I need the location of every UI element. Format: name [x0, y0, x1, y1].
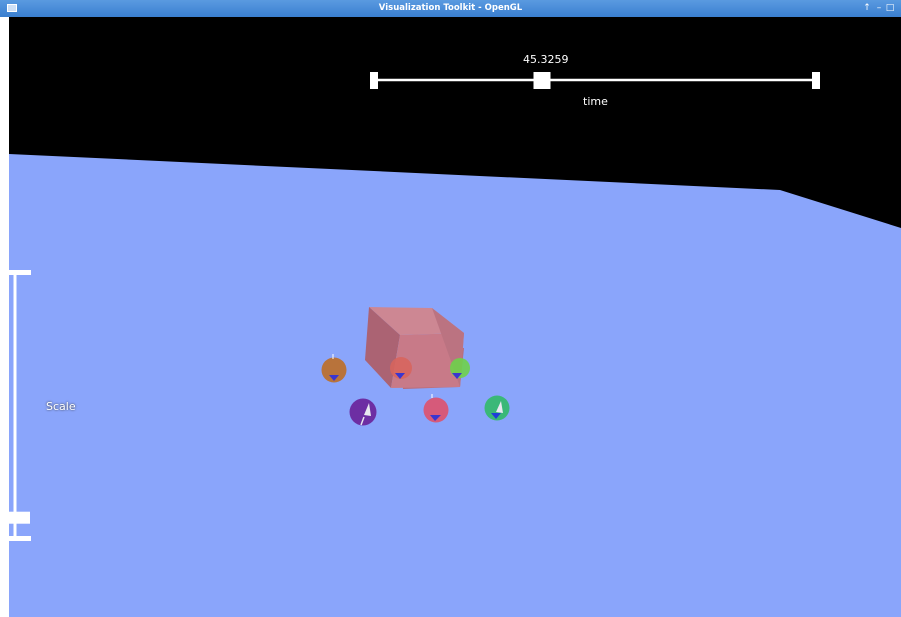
- restore-button[interactable]: □: [885, 2, 895, 14]
- sphere-teal[interactable]: [484, 395, 510, 421]
- sphere-purple[interactable]: [349, 398, 377, 426]
- minimize-button[interactable]: –: [874, 2, 884, 14]
- vtk-window: Visualization Toolkit - OpenGL ↑ – □ 45.…: [0, 0, 901, 617]
- scale-slider-top-cap: [9, 270, 31, 275]
- time-slider[interactable]: [370, 72, 820, 89]
- title-bar[interactable]: Visualization Toolkit - OpenGL ↑ – □: [0, 0, 901, 17]
- sphere-red[interactable]: [390, 357, 412, 379]
- render-viewport[interactable]: 45.3259 time Scale: [9, 17, 901, 617]
- time-slider-value: 45.3259: [523, 53, 569, 66]
- scale-slider-handle[interactable]: [9, 511, 30, 524]
- scene-canvas[interactable]: [9, 17, 901, 617]
- maximize-arrow-icon[interactable]: ↑: [862, 2, 872, 14]
- time-slider-right-cap: [812, 72, 820, 89]
- scale-slider-bottom-cap: [9, 536, 31, 541]
- window-title: Visualization Toolkit - OpenGL: [378, 3, 523, 13]
- time-slider-left-cap: [370, 72, 378, 89]
- scale-slider-title: Scale: [46, 400, 76, 413]
- time-slider-title: time: [583, 95, 608, 108]
- time-slider-handle[interactable]: [533, 72, 551, 89]
